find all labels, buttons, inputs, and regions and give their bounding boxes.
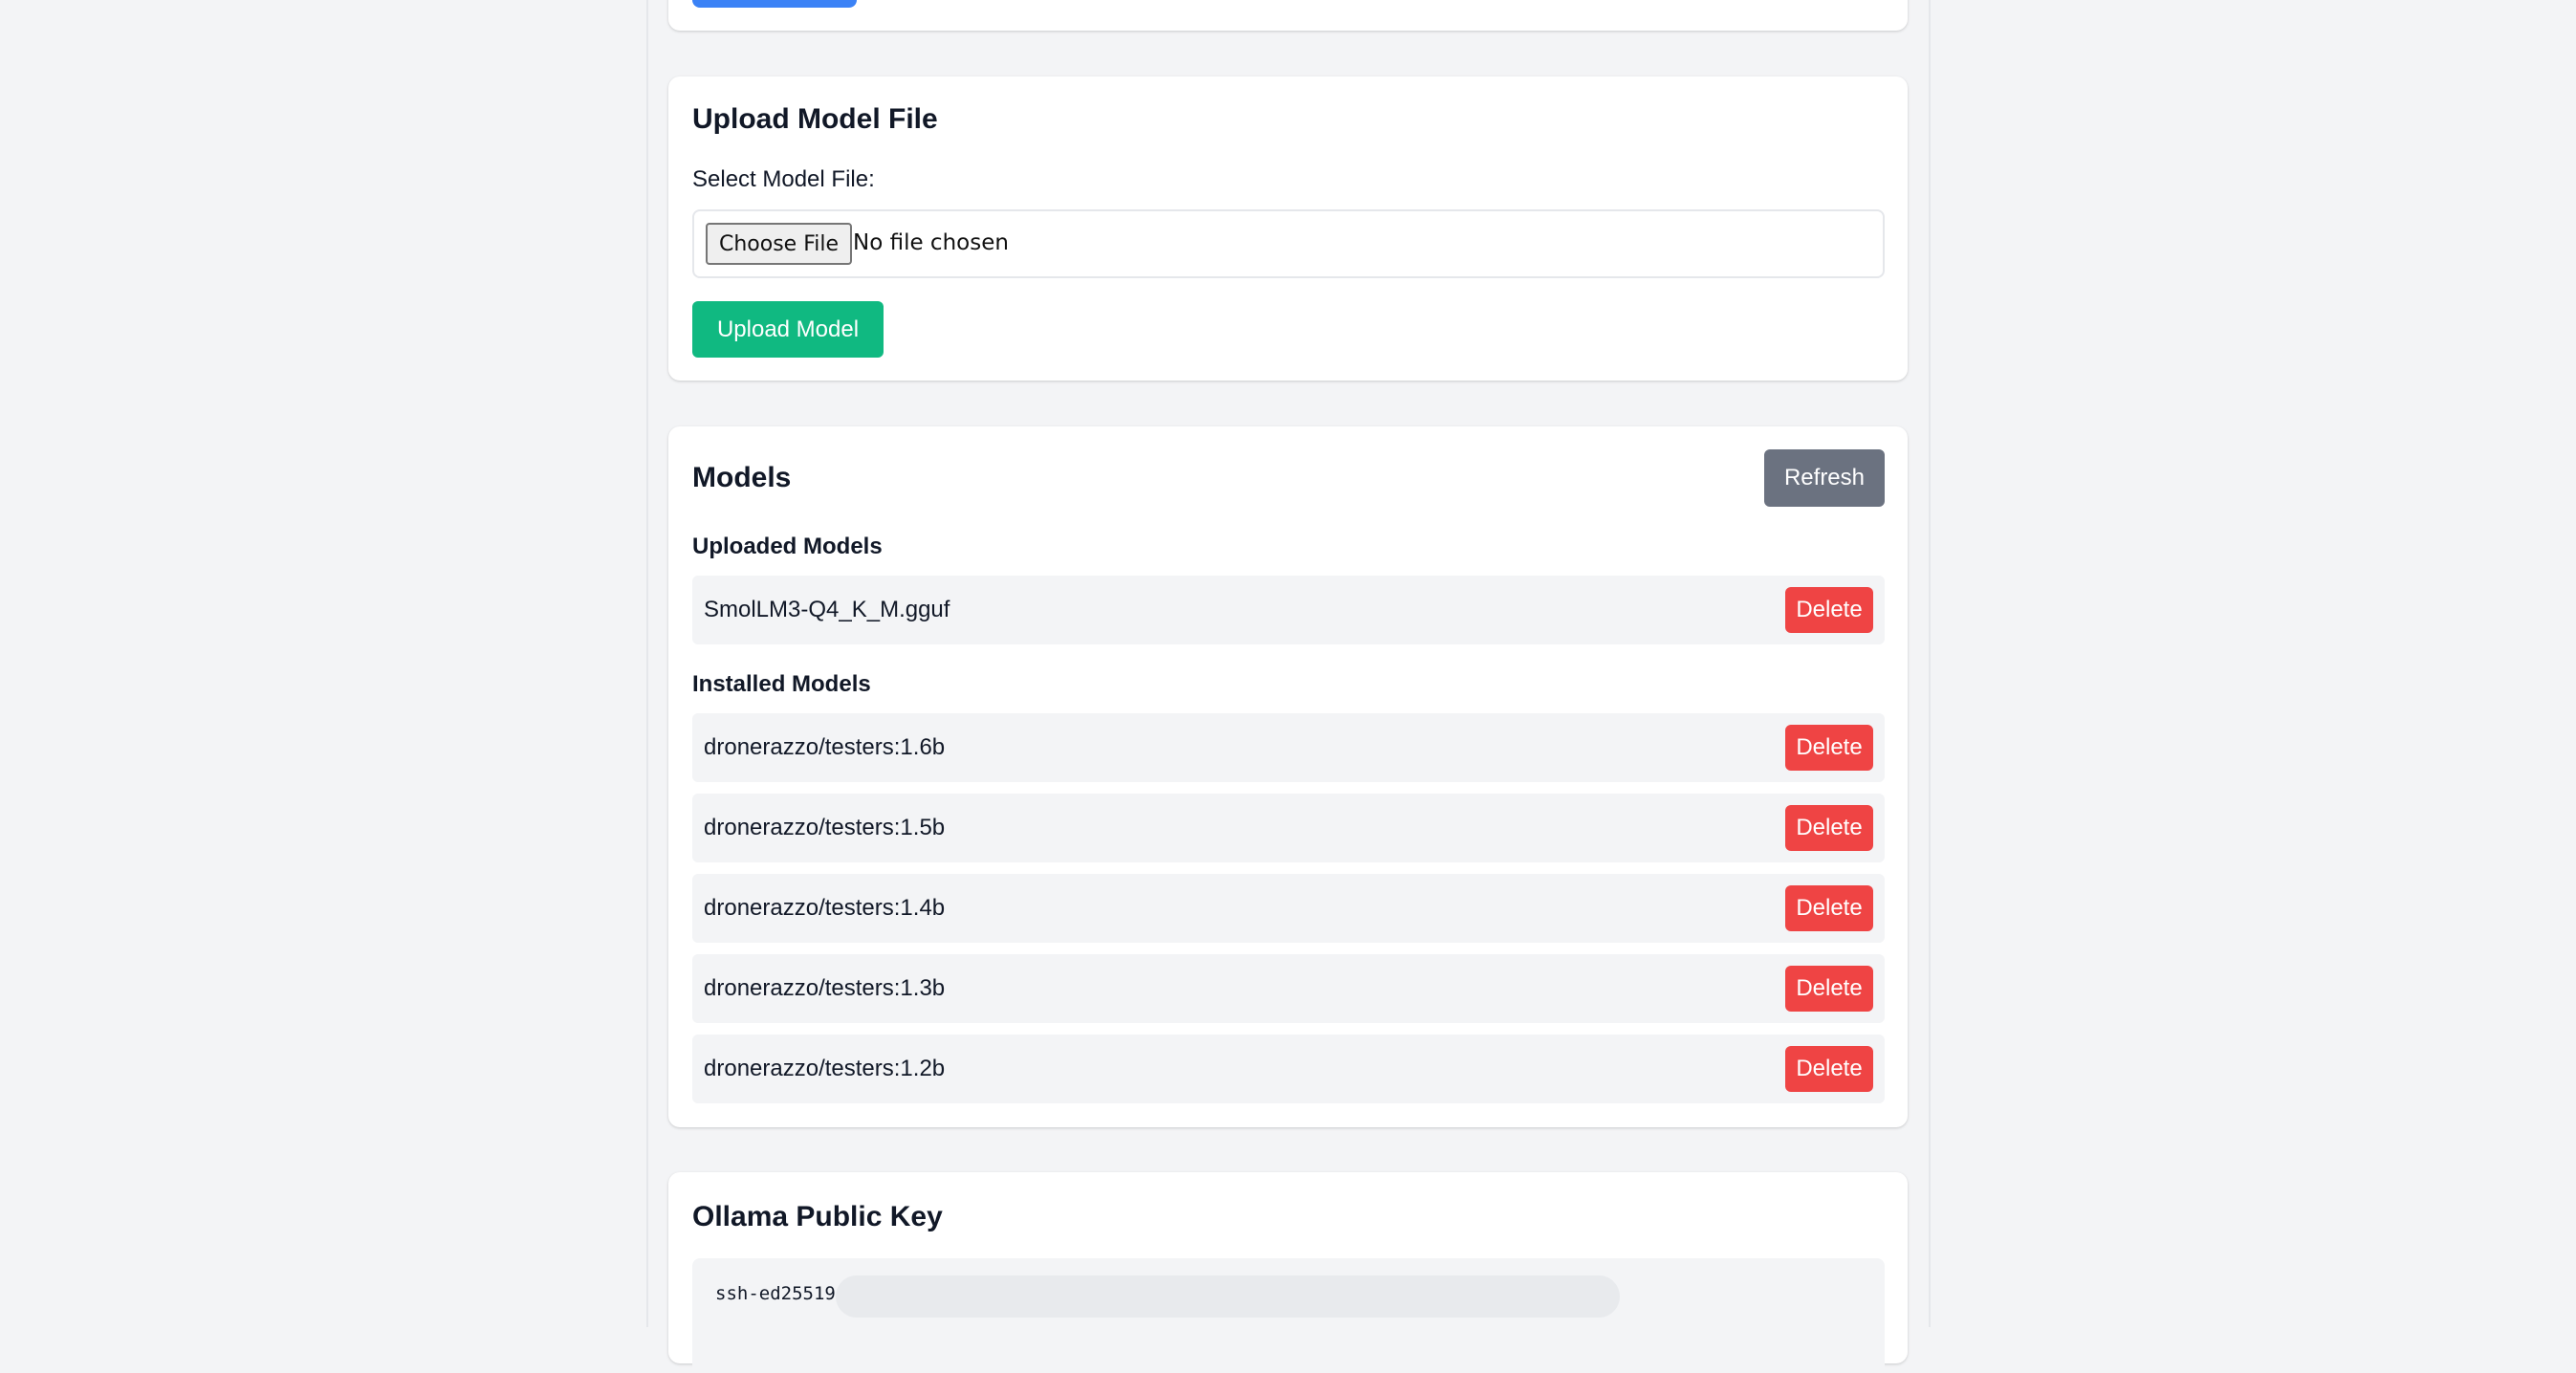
model-name: dronerazzo/testers:1.2b bbox=[704, 1056, 946, 1081]
model-name: dronerazzo/testers:1.3b bbox=[704, 975, 946, 1001]
delete-button[interactable]: Delete bbox=[1785, 1046, 1873, 1092]
delete-button[interactable]: Delete bbox=[1785, 885, 1873, 931]
refresh-button[interactable]: Refresh bbox=[1764, 449, 1885, 507]
installed-model-row: dronerazzo/testers:1.2b Delete bbox=[692, 1035, 1885, 1103]
redacted-key-area bbox=[836, 1275, 1620, 1318]
delete-button[interactable]: Delete bbox=[1785, 966, 1873, 1012]
model-file-input[interactable]: Choose File No file chosen bbox=[692, 209, 1885, 278]
select-model-file-label: Select Model File: bbox=[692, 166, 875, 192]
public-key-title: Ollama Public Key bbox=[692, 1201, 943, 1232]
installed-model-row: dronerazzo/testers:1.5b Delete bbox=[692, 794, 1885, 862]
models-card: Models Refresh Uploaded Models SmolLM3-Q… bbox=[668, 426, 1908, 1127]
delete-button[interactable]: Delete bbox=[1785, 805, 1873, 851]
model-name: dronerazzo/testers:1.6b bbox=[704, 734, 946, 760]
public-key-text: ssh-ed25519 bbox=[715, 1283, 836, 1304]
installed-model-row: dronerazzo/testers:1.6b Delete bbox=[692, 713, 1885, 782]
installed-model-row: dronerazzo/testers:1.3b Delete bbox=[692, 954, 1885, 1023]
model-name: SmolLM3-Q4_K_M.gguf bbox=[704, 597, 950, 622]
previous-card-button[interactable] bbox=[692, 0, 857, 8]
upload-model-button[interactable]: Upload Model bbox=[692, 301, 884, 358]
file-status-text: No file chosen bbox=[853, 230, 1009, 255]
installed-models-heading: Installed Models bbox=[692, 671, 871, 697]
upload-card-title: Upload Model File bbox=[692, 103, 938, 135]
installed-model-row: dronerazzo/testers:1.4b Delete bbox=[692, 874, 1885, 943]
delete-button[interactable]: Delete bbox=[1785, 587, 1873, 633]
choose-file-button[interactable]: Choose File bbox=[706, 223, 853, 265]
upload-model-card: Upload Model File Select Model File: Cho… bbox=[668, 76, 1908, 381]
delete-button[interactable]: Delete bbox=[1785, 725, 1873, 771]
model-name: dronerazzo/testers:1.4b bbox=[704, 895, 946, 921]
uploaded-models-heading: Uploaded Models bbox=[692, 534, 883, 559]
public-key-card: Ollama Public Key ssh-ed25519 bbox=[668, 1172, 1908, 1373]
previous-card bbox=[668, 0, 1908, 31]
public-key-box: ssh-ed25519 bbox=[692, 1258, 1885, 1373]
model-name: dronerazzo/testers:1.5b bbox=[704, 815, 946, 840]
models-card-title: Models bbox=[692, 462, 792, 493]
uploaded-model-row: SmolLM3-Q4_K_M.gguf Delete bbox=[692, 576, 1885, 644]
